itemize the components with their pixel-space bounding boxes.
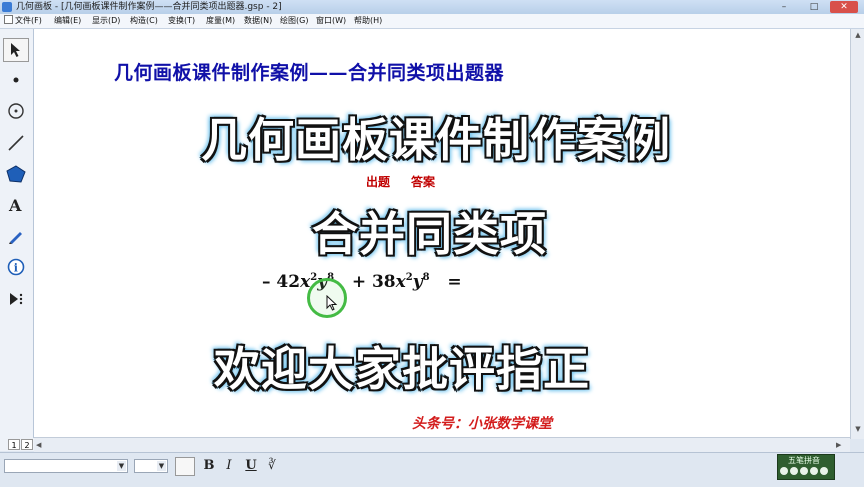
ime-buttons	[780, 467, 832, 477]
answer-button[interactable]: 答案	[411, 173, 435, 190]
chevron-down-icon: ▼	[117, 461, 126, 471]
ime-toolbar[interactable]: 五笔拼音	[777, 454, 835, 480]
menu-measure[interactable]: 度量(M)	[204, 14, 237, 28]
term2-coefficient: + 38	[351, 272, 396, 292]
banner-middle: 合并同类项	[311, 206, 548, 263]
menu-display[interactable]: 显示(D)	[90, 14, 122, 28]
page-tab-2[interactable]: 2	[21, 439, 33, 450]
mouse-pointer-icon	[326, 294, 338, 315]
bold-button[interactable]: B	[201, 457, 217, 474]
ime-keyboard-icon[interactable]	[800, 467, 808, 475]
ime-help-icon[interactable]	[820, 467, 828, 475]
menu-edit[interactable]: 编辑(E)	[52, 14, 83, 28]
info-icon[interactable]: i	[3, 255, 29, 279]
window-title: 几何画板 - [几何画板课件制作案例——合并同类项出题器.gsp - 2]	[16, 2, 282, 12]
polygon-icon[interactable]	[3, 162, 29, 186]
compass-icon[interactable]	[3, 99, 29, 123]
doc-icon	[4, 15, 13, 24]
ime-mode-icon[interactable]	[780, 467, 788, 475]
banner-top: 几何画板课件制作案例	[200, 112, 672, 169]
toolbox: A i	[0, 29, 34, 439]
page-tabs: 1 2	[0, 438, 34, 451]
term2-exp-y: 8	[422, 272, 430, 283]
equals-sign: =	[447, 272, 462, 292]
signature: 头条号：小张数学课堂	[412, 416, 552, 432]
scroll-left-icon[interactable]: ◀	[36, 439, 46, 451]
ime-punct-icon[interactable]	[790, 467, 798, 475]
ime-settings-icon[interactable]	[810, 467, 818, 475]
menu-file-label: 文件(F)	[15, 16, 42, 25]
header-title: 几何画板课件制作案例——合并同类项出题器	[114, 62, 505, 84]
scroll-down-icon[interactable]: ▼	[852, 425, 864, 435]
question-button[interactable]: 出题	[366, 173, 390, 190]
font-size-select[interactable]: ▼	[134, 459, 168, 473]
app-icon	[2, 2, 12, 12]
page-tab-1[interactable]: 1	[8, 439, 20, 450]
underline-button[interactable]: U	[243, 457, 259, 474]
svg-text:A: A	[8, 196, 22, 214]
math-expression: – 42x2y8 + 38x2y8 =	[262, 272, 462, 292]
menu-construct[interactable]: 构造(C)	[128, 14, 160, 28]
arrow-select-icon[interactable]	[3, 38, 29, 62]
ime-label: 五笔拼音	[788, 456, 820, 465]
scroll-up-icon[interactable]: ▲	[852, 31, 864, 41]
term2-var-x: x	[395, 272, 406, 292]
maximize-button[interactable]: □	[800, 1, 828, 13]
term2-var-y: y	[412, 272, 423, 292]
straightedge-icon[interactable]	[3, 131, 29, 155]
menu-window[interactable]: 窗口(W)	[314, 14, 348, 28]
scroll-right-icon[interactable]: ▶	[836, 439, 846, 451]
font-family-select[interactable]: ▼	[4, 459, 128, 473]
marker-icon[interactable]	[3, 224, 29, 248]
format-bar: ▼ ▼ B I U ∛	[0, 452, 864, 487]
svg-text:i: i	[14, 262, 18, 275]
term2-exp-x: 2	[405, 272, 413, 283]
chevron-down-icon: ▼	[157, 461, 166, 471]
italic-button[interactable]: I	[221, 457, 237, 474]
term1-coefficient: – 42	[262, 272, 301, 292]
banner-bottom: 欢迎大家批评指正	[213, 341, 591, 398]
minimize-button[interactable]: –	[770, 1, 798, 13]
title-bar: 几何画板 - [几何画板课件制作案例——合并同类项出题器.gsp - 2] – …	[0, 0, 864, 15]
menu-graph[interactable]: 绘图(G)	[278, 14, 310, 28]
math-format-icon[interactable]: ∛	[264, 457, 280, 474]
menu-file[interactable]: 文件(F)	[2, 14, 44, 28]
menu-bar: 文件(F) 编辑(E) 显示(D) 构造(C) 变换(T) 度量(M) 数据(N…	[0, 14, 864, 29]
color-swatch[interactable]	[175, 457, 195, 476]
menu-data[interactable]: 数据(N)	[242, 14, 274, 28]
close-button[interactable]: ✕	[830, 1, 858, 13]
custom-tool-icon[interactable]	[3, 287, 29, 311]
menu-help[interactable]: 帮助(H)	[352, 14, 384, 28]
menu-transform[interactable]: 变换(T)	[166, 14, 197, 28]
text-icon[interactable]: A	[3, 193, 29, 217]
point-icon[interactable]	[3, 68, 29, 92]
vertical-scrollbar[interactable]: ▲ ▼	[850, 29, 864, 439]
horizontal-scrollbar[interactable]: ◀ ▶	[34, 437, 850, 452]
